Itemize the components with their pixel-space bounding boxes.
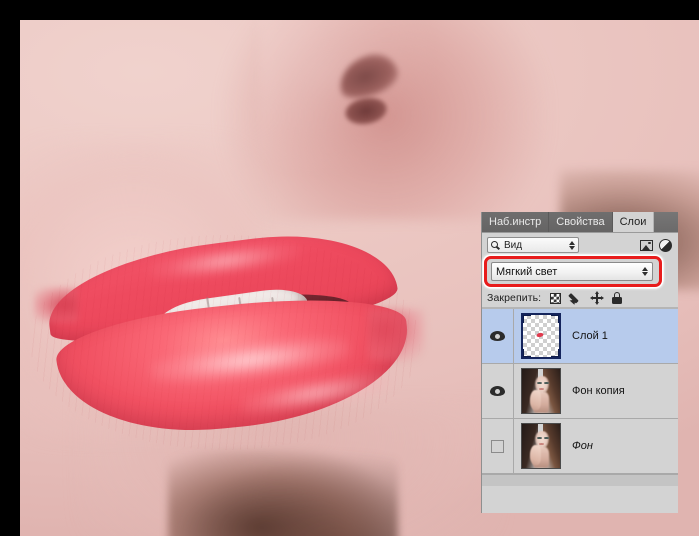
lock-position-icon[interactable] bbox=[590, 291, 605, 305]
lock-transparent-pixels-icon[interactable] bbox=[550, 292, 562, 304]
portrait-lips bbox=[539, 442, 545, 445]
layer-visibility-cell[interactable] bbox=[482, 419, 514, 473]
thumbnail-corner bbox=[551, 315, 559, 323]
layer-name[interactable]: Слой 1 bbox=[568, 330, 678, 342]
layer-filter-row: Вид bbox=[482, 233, 678, 255]
table-row[interactable]: Фон bbox=[482, 419, 678, 474]
layer-thumbnail-cell[interactable] bbox=[514, 313, 568, 359]
layer-thumbnail-cell[interactable] bbox=[514, 368, 568, 414]
blend-mode-value: Мягкий свет bbox=[496, 265, 558, 278]
portrait-lips bbox=[539, 387, 545, 390]
layers-panel-footer bbox=[482, 474, 678, 486]
layer-filter-label: Вид bbox=[504, 239, 523, 251]
layers-panel: Наб.инстр Свойства Слои Вид Мягкий свет bbox=[481, 212, 678, 513]
eye-icon[interactable] bbox=[490, 331, 505, 341]
thumbnail-corner bbox=[523, 349, 531, 357]
lock-all-icon[interactable] bbox=[612, 292, 623, 304]
lock-label: Закрепить: bbox=[487, 292, 542, 304]
layer-list: Слой 1 Фон копия Фон bbox=[482, 308, 678, 474]
eye-off-icon[interactable] bbox=[491, 439, 504, 453]
search-icon bbox=[491, 240, 501, 250]
layers-panel-body: Вид Мягкий свет Закрепить: Слой 1 Фон ко… bbox=[482, 233, 678, 486]
layer-thumbnail[interactable] bbox=[521, 423, 561, 469]
blend-mode-row: Мягкий свет bbox=[482, 255, 678, 289]
lock-image-pixels-icon[interactable] bbox=[568, 292, 582, 306]
tab-layers[interactable]: Слои bbox=[612, 212, 655, 232]
adjustment-layer-filter-icon[interactable] bbox=[659, 238, 672, 252]
table-row[interactable]: Фон копия bbox=[482, 364, 678, 419]
lip-corner-right bbox=[368, 309, 424, 361]
chevron-updown-icon bbox=[569, 240, 575, 250]
layer-thumbnail[interactable] bbox=[521, 368, 561, 414]
panel-tab-bar: Наб.инстр Свойства Слои bbox=[482, 212, 678, 233]
pixel-layer-filter-icon[interactable] bbox=[640, 239, 653, 251]
tab-bar-filler bbox=[654, 212, 678, 232]
hair-strands-bottom bbox=[168, 450, 398, 536]
portrait-eye-right bbox=[543, 381, 549, 384]
lip-corner-left bbox=[34, 287, 78, 323]
thumbnail-corner bbox=[523, 315, 531, 323]
layer-thumbnail-cell[interactable] bbox=[514, 423, 568, 469]
layer-filter-type-icons bbox=[640, 238, 674, 252]
chevron-updown-icon bbox=[642, 267, 648, 276]
tab-tool-presets[interactable]: Наб.инстр bbox=[482, 212, 550, 232]
blend-mode-select[interactable]: Мягкий свет bbox=[491, 262, 653, 281]
lock-row: Закрепить: bbox=[482, 289, 678, 308]
thumbnail-corner bbox=[551, 349, 559, 357]
nose-shadow bbox=[220, 20, 550, 220]
layer-thumbnail[interactable] bbox=[521, 313, 561, 359]
layer-name[interactable]: Фон копия bbox=[568, 385, 678, 397]
layer-name[interactable]: Фон bbox=[568, 440, 678, 452]
tab-properties[interactable]: Свойства bbox=[549, 212, 613, 232]
table-row[interactable]: Слой 1 bbox=[482, 309, 678, 364]
layer-visibility-cell[interactable] bbox=[482, 309, 514, 363]
layer-visibility-cell[interactable] bbox=[482, 364, 514, 418]
portrait-eye-right bbox=[543, 436, 549, 439]
portrait-hand bbox=[529, 445, 541, 466]
layer-filter-select[interactable]: Вид bbox=[487, 237, 579, 253]
lips-group bbox=[30, 222, 424, 450]
eye-icon[interactable] bbox=[490, 386, 505, 396]
portrait-hand bbox=[529, 390, 541, 411]
